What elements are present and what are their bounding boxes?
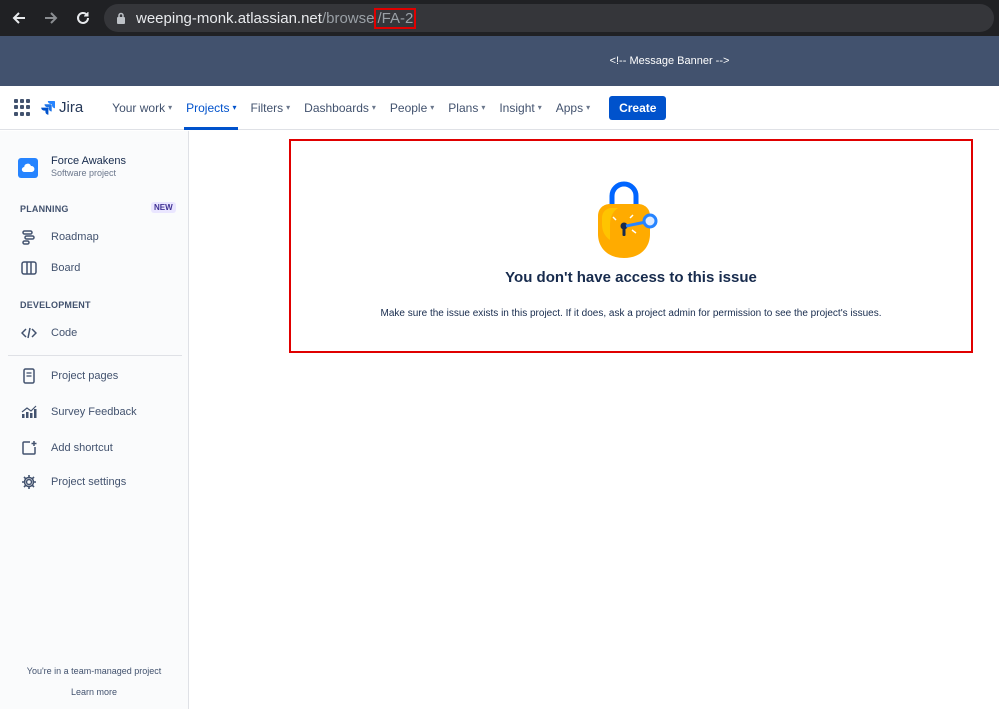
address-bar[interactable]: weeping-monk.atlassian.net /browse /FA-2 bbox=[104, 4, 994, 32]
learn-more-link[interactable]: Learn more bbox=[0, 687, 188, 697]
nav-filters[interactable]: Filters ▾ bbox=[243, 86, 297, 130]
nav-label: Insight bbox=[499, 100, 535, 115]
access-error-panel: You don't have access to this issue Make… bbox=[289, 139, 973, 353]
error-description: Make sure the issue exists in this proje… bbox=[380, 308, 882, 319]
chevron-down-icon: ▾ bbox=[481, 103, 486, 112]
reload-icon bbox=[77, 11, 89, 24]
roadmap-icon bbox=[20, 228, 38, 246]
create-button[interactable]: Create bbox=[609, 95, 667, 120]
jira-logo-text: Jira bbox=[59, 99, 84, 116]
chevron-down-icon: ▾ bbox=[232, 103, 237, 112]
project-header[interactable]: Force Awakens Software project bbox=[18, 155, 126, 178]
sidebar-item-survey-feedback[interactable]: Survey Feedback bbox=[20, 403, 137, 421]
jira-logo-icon bbox=[41, 100, 55, 115]
chevron-down-icon: ▾ bbox=[168, 103, 173, 112]
chart-icon bbox=[20, 403, 38, 421]
gear-icon bbox=[20, 473, 38, 491]
chevron-down-icon: ▾ bbox=[586, 103, 591, 112]
lock-icon bbox=[117, 12, 125, 24]
board-icon bbox=[20, 259, 38, 277]
add-shortcut-icon bbox=[20, 439, 38, 457]
page-icon bbox=[20, 367, 38, 385]
project-sidebar: Force Awakens Software project PLANNING … bbox=[0, 131, 189, 709]
jira-logo[interactable]: Jira bbox=[40, 99, 83, 116]
sidebar-item-label: Project settings bbox=[51, 476, 127, 488]
chevron-down-icon: ▾ bbox=[430, 103, 435, 112]
back-arrow-icon bbox=[12, 12, 25, 24]
chevron-down-icon: ▾ bbox=[537, 103, 542, 112]
app-switcher-icon[interactable] bbox=[14, 98, 32, 117]
primary-nav: Your work ▾ Projects ▾ Filters ▾ Dashboards… bbox=[105, 86, 597, 130]
chevron-down-icon: ▾ bbox=[286, 103, 291, 112]
nav-label: Plans bbox=[448, 100, 479, 115]
top-navigation: Jira Your work ▾ Projects ▾ Filters ▾ Dashb… bbox=[0, 86, 999, 130]
url-path: /browse bbox=[321, 9, 375, 27]
nav-projects[interactable]: Projects ▾ bbox=[179, 86, 243, 130]
url-host: weeping-monk.atlassian.net bbox=[136, 9, 322, 27]
message-banner: <!-- Message Banner --> bbox=[0, 36, 999, 86]
url-issue-key: /FA-2 bbox=[374, 7, 417, 29]
error-title: You don't have access to this issue bbox=[505, 269, 757, 286]
code-icon bbox=[20, 324, 38, 342]
sidebar-item-project-settings[interactable]: Project settings bbox=[20, 473, 126, 491]
sidebar-item-code[interactable]: Code bbox=[20, 324, 77, 342]
sidebar-item-roadmap[interactable]: Roadmap bbox=[20, 228, 99, 246]
new-badge: NEW bbox=[151, 202, 176, 213]
nav-insight[interactable]: Insight ▾ bbox=[492, 86, 548, 130]
nav-label: Projects bbox=[186, 100, 230, 115]
nav-plans[interactable]: Plans ▾ bbox=[441, 86, 492, 130]
banner-text: <!-- Message Banner --> bbox=[609, 55, 730, 67]
nav-your-work[interactable]: Your work ▾ bbox=[105, 86, 179, 130]
nav-apps[interactable]: Apps ▾ bbox=[549, 86, 597, 130]
project-name: Force Awakens bbox=[51, 155, 127, 167]
nav-people[interactable]: People ▾ bbox=[383, 86, 441, 130]
reload-button[interactable] bbox=[70, 5, 96, 31]
sidebar-item-add-shortcut[interactable]: Add shortcut bbox=[20, 439, 113, 457]
sidebar-item-label: Code bbox=[51, 327, 78, 339]
chevron-down-icon: ▾ bbox=[371, 103, 376, 112]
forward-button[interactable] bbox=[38, 5, 64, 31]
planning-section-label: PLANNING bbox=[20, 204, 69, 214]
sidebar-item-label: Roadmap bbox=[51, 231, 99, 243]
back-button[interactable] bbox=[6, 5, 32, 31]
nav-dashboards[interactable]: Dashboards ▾ bbox=[297, 86, 383, 130]
forward-arrow-icon bbox=[45, 12, 58, 24]
padlock-icon bbox=[588, 178, 662, 267]
sidebar-item-label: Survey Feedback bbox=[51, 406, 137, 418]
team-managed-note: You're in a team-managed project bbox=[26, 666, 162, 676]
browser-toolbar: weeping-monk.atlassian.net /browse /FA-2 bbox=[0, 0, 999, 36]
sidebar-item-label: Board bbox=[51, 262, 81, 274]
development-section-label: DEVELOPMENT bbox=[20, 300, 91, 310]
nav-label: People bbox=[389, 100, 428, 115]
nav-label: Dashboards bbox=[304, 100, 369, 115]
nav-label: Your work bbox=[112, 100, 166, 115]
sidebar-item-project-pages[interactable]: Project pages bbox=[20, 367, 118, 385]
project-type: Software project bbox=[51, 168, 117, 178]
sidebar-item-label: Project pages bbox=[51, 370, 119, 382]
sidebar-divider bbox=[8, 355, 182, 356]
cloud-icon bbox=[21, 163, 35, 173]
sidebar-item-board[interactable]: Board bbox=[20, 259, 80, 277]
project-avatar bbox=[18, 158, 38, 178]
sidebar-item-label: Add shortcut bbox=[51, 442, 113, 454]
nav-label: Filters bbox=[250, 100, 284, 115]
nav-label: Apps bbox=[555, 100, 584, 115]
